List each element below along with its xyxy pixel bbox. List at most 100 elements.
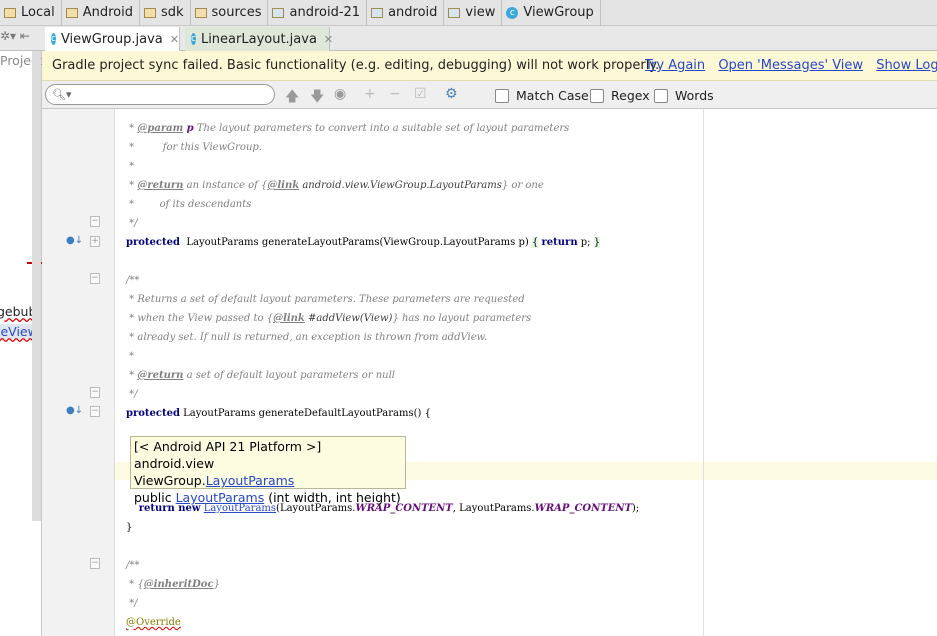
override-marker-icon[interactable]: ●↓ — [66, 235, 83, 246]
code-line: /** — [126, 556, 139, 575]
code-token: @return — [137, 180, 184, 191]
breadcrumb-item[interactable]: view — [444, 0, 503, 26]
code-token: an instance of { — [183, 180, 268, 191]
open-messages-link[interactable]: Open 'Messages' View — [718, 58, 863, 73]
code-token: ); — [631, 503, 640, 514]
folder-icon — [194, 7, 207, 18]
close-tab-icon[interactable]: ✕ — [170, 33, 179, 46]
code-line: */ — [126, 594, 138, 613]
code-line: * of its descendants — [126, 195, 251, 214]
code-editor[interactable]: − + ●↓ − − − ●↓ − * @param p The layout … — [42, 109, 937, 636]
code-token: #addView(View) — [304, 313, 393, 324]
constructor-link[interactable]: LayoutParams — [176, 490, 265, 505]
settings-gear-icon[interactable]: ⚙ — [445, 86, 458, 102]
code-token: LayoutParams generateLayoutParams(ViewGr… — [179, 237, 532, 248]
quick-doc-tooltip: [< Android API 21 Platform >] android.vi… — [130, 436, 406, 505]
code-line: @Override — [126, 613, 181, 632]
code-line: * Returns a set of default layout parame… — [126, 290, 525, 309]
code-line: * — [126, 157, 134, 176]
words-checkbox[interactable]: Words — [654, 88, 714, 103]
code-token: */ — [126, 218, 138, 229]
code-token: */ — [126, 598, 138, 609]
next-occurrence-icon[interactable]: 🡇 — [310, 86, 324, 110]
project-item[interactable]: gebub — [0, 304, 36, 319]
sidebar-scrollbar[interactable] — [32, 51, 41, 521]
code-token: * Returns a set of default layout parame… — [126, 294, 525, 305]
code-token: The layout parameters to convert into a … — [193, 123, 570, 134]
close-tab-icon[interactable]: ✕ — [324, 33, 333, 46]
show-log-link[interactable]: Show Log in Ex — [876, 58, 937, 73]
fold-start-icon[interactable]: − — [90, 558, 100, 569]
code-token: } or one — [501, 180, 544, 191]
breadcrumb-item[interactable]: sdk — [140, 0, 191, 26]
code-token: , LayoutParams. — [452, 503, 535, 514]
add-occurrence-icon[interactable]: + — [364, 86, 376, 102]
override-marker-icon[interactable]: ●↓ — [66, 405, 83, 416]
package-icon — [448, 7, 461, 18]
code-token: p — [183, 123, 194, 134]
code-token: a set of default layout parameters or nu… — [183, 370, 395, 381]
code-token: protected — [126, 237, 180, 248]
code-line: * already set. If null is returned, an e… — [126, 328, 487, 347]
layoutparams-link[interactable]: LayoutParams — [206, 473, 295, 488]
breadcrumb: Local Android sdk sources android-21 android v… — [0, 0, 937, 26]
remove-occurrence-icon[interactable]: − — [389, 86, 401, 102]
previous-occurrence-icon[interactable]: 🡅 — [285, 86, 299, 110]
code-token: } — [126, 522, 133, 533]
code-token: } — [593, 237, 601, 248]
code-line: protected LayoutParams generateLayoutPar… — [126, 233, 601, 252]
code-line: * @param p The layout parameters to conv… — [126, 119, 569, 138]
fold-start-icon[interactable]: − — [90, 406, 100, 417]
folder-icon — [65, 7, 78, 18]
banner-message: Gradle project sync failed. Basic functi… — [52, 58, 660, 73]
code-token: @Override — [126, 617, 181, 628]
code-token: * of its descendants — [126, 199, 252, 210]
fold-end-icon[interactable]: − — [90, 216, 100, 227]
code-token: @link — [267, 180, 300, 191]
tab-viewgroup-java[interactable]: c ViewGroup.java ✕ — [45, 27, 180, 51]
code-token: */ — [126, 389, 138, 400]
breadcrumb-item[interactable]: c ViewGroup — [502, 0, 601, 26]
breadcrumb-item[interactable]: Android — [62, 0, 140, 26]
code-token: * when the View passed to { — [126, 313, 274, 324]
gradle-sync-banner: Gradle project sync failed. Basic functi… — [42, 51, 937, 81]
breadcrumb-item[interactable]: Local — [0, 0, 62, 26]
find-all-icon[interactable]: ◉ — [334, 86, 346, 102]
code-token: LayoutParams generateDefaultLayoutParams… — [179, 408, 431, 419]
code-token: p; — [577, 237, 594, 248]
collapse-icon[interactable]: ⇤ — [20, 29, 30, 43]
select-all-occurrences-icon[interactable]: ☑ — [414, 86, 427, 102]
code-token: @param — [137, 123, 184, 134]
breadcrumb-item[interactable]: android-21 — [268, 0, 368, 26]
class-icon: c — [506, 6, 519, 19]
code-token: * already set. If null is returned, an e… — [126, 332, 488, 343]
code-token: * — [126, 180, 138, 191]
code-token: * — [126, 123, 138, 134]
find-toolbar: 🔍︎▾ 🡅 🡇 ◉ + − ☑ ⚙ Match Case Regex Words — [42, 81, 937, 109]
fold-end-icon[interactable]: − — [90, 387, 100, 398]
try-again-link[interactable]: Try Again — [645, 58, 705, 73]
tab-linearlayout-java[interactable]: c LinearLayout.java ✕ — [185, 27, 333, 51]
search-icon[interactable]: 🔍︎▾ — [52, 88, 72, 101]
code-line: * @return an instance of {@link android.… — [126, 176, 544, 195]
fold-expand-icon[interactable]: + — [90, 236, 100, 247]
code-line: /** — [126, 271, 139, 290]
code-line: * {@inheritDoc} — [126, 575, 220, 594]
package-icon — [272, 7, 285, 18]
gear-icon[interactable]: ✲▾ — [0, 29, 16, 43]
fold-start-icon[interactable]: − — [90, 273, 100, 284]
class-icon: c — [51, 33, 56, 45]
code-token: * — [126, 351, 135, 362]
regex-checkbox[interactable]: Regex — [590, 88, 650, 103]
package-icon — [371, 7, 384, 18]
breadcrumb-item[interactable]: android — [367, 0, 445, 26]
search-input[interactable]: 🔍︎▾ — [45, 84, 275, 105]
breadcrumb-item[interactable]: sources — [191, 0, 269, 26]
code-token: /** — [126, 560, 140, 571]
code-token: @link — [273, 313, 305, 324]
match-case-checkbox[interactable]: Match Case — [495, 88, 589, 103]
editor-tabs: c ViewGroup.java ✕ c LinearLayout.java ✕ — [0, 26, 937, 51]
editor-gutter: − + ●↓ − − − ●↓ − — [42, 109, 115, 636]
project-item-selected[interactable]: leView — [0, 324, 38, 339]
code-line: * for this ViewGroup. — [126, 138, 262, 157]
